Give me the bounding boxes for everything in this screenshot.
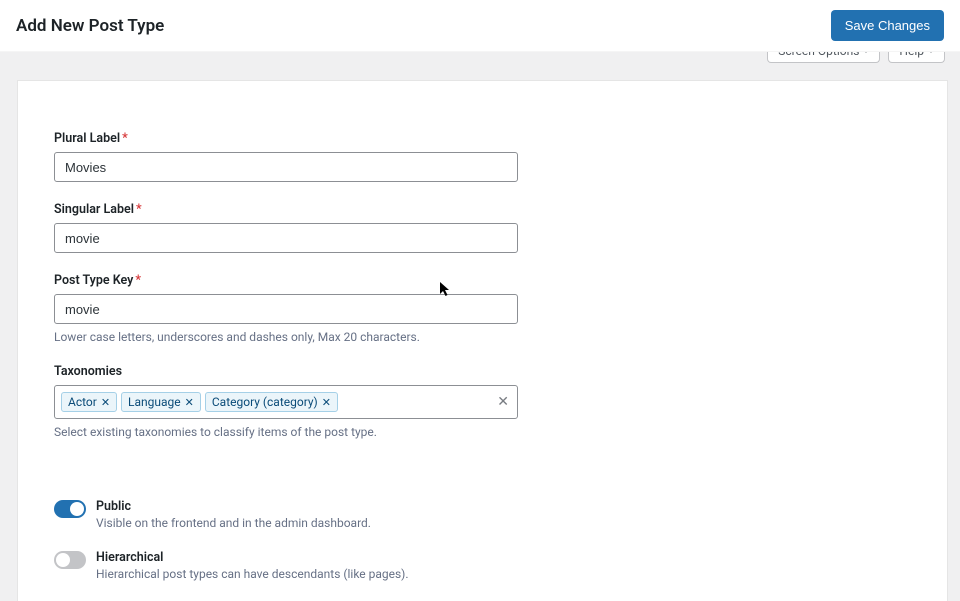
field-post-type-key: Post Type Key* Lower case letters, under… <box>54 273 911 344</box>
public-title: Public <box>96 499 371 514</box>
hierarchical-desc: Hierarchical post types can have descend… <box>96 567 409 581</box>
key-input[interactable] <box>54 294 518 324</box>
plural-label: Plural Label* <box>54 131 911 146</box>
key-label: Post Type Key* <box>54 273 911 288</box>
taxonomies-input[interactable]: Actor ✕ Language ✕ Category (category) ✕… <box>54 385 518 419</box>
remove-tag-icon[interactable]: ✕ <box>322 397 331 408</box>
required-mark: * <box>122 131 128 146</box>
public-toggle[interactable] <box>54 500 86 518</box>
required-mark: * <box>136 202 142 217</box>
singular-input[interactable] <box>54 223 518 253</box>
tag-category: Category (category) ✕ <box>205 392 338 412</box>
remove-tag-icon[interactable]: ✕ <box>101 397 110 408</box>
toggle-public-row: Public Visible on the frontend and in th… <box>54 499 911 530</box>
taxonomies-help: Select existing taxonomies to classify i… <box>54 425 911 439</box>
taxonomies-label: Taxonomies <box>54 364 911 379</box>
field-plural-label: Plural Label* <box>54 131 911 182</box>
remove-tag-icon[interactable]: ✕ <box>185 397 194 408</box>
key-help: Lower case letters, underscores and dash… <box>54 330 911 344</box>
hierarchical-toggle[interactable] <box>54 551 86 569</box>
field-taxonomies: Taxonomies Actor ✕ Language ✕ Category (… <box>54 364 911 439</box>
page-title: Add New Post Type <box>16 16 164 36</box>
required-mark: * <box>135 273 141 288</box>
toggle-hierarchical-row: Hierarchical Hierarchical post types can… <box>54 550 911 581</box>
form-panel: Plural Label* Singular Label* Post Type … <box>17 80 948 601</box>
save-button[interactable]: Save Changes <box>831 10 944 41</box>
public-desc: Visible on the frontend and in the admin… <box>96 516 371 530</box>
plural-input[interactable] <box>54 152 518 182</box>
field-singular-label: Singular Label* <box>54 202 911 253</box>
tag-language: Language ✕ <box>121 392 201 412</box>
singular-label: Singular Label* <box>54 202 911 217</box>
tag-actor: Actor ✕ <box>61 392 117 412</box>
header-bar: Add New Post Type Save Changes <box>0 0 960 52</box>
hierarchical-title: Hierarchical <box>96 550 409 565</box>
clear-all-icon[interactable]: ✕ <box>497 395 509 409</box>
